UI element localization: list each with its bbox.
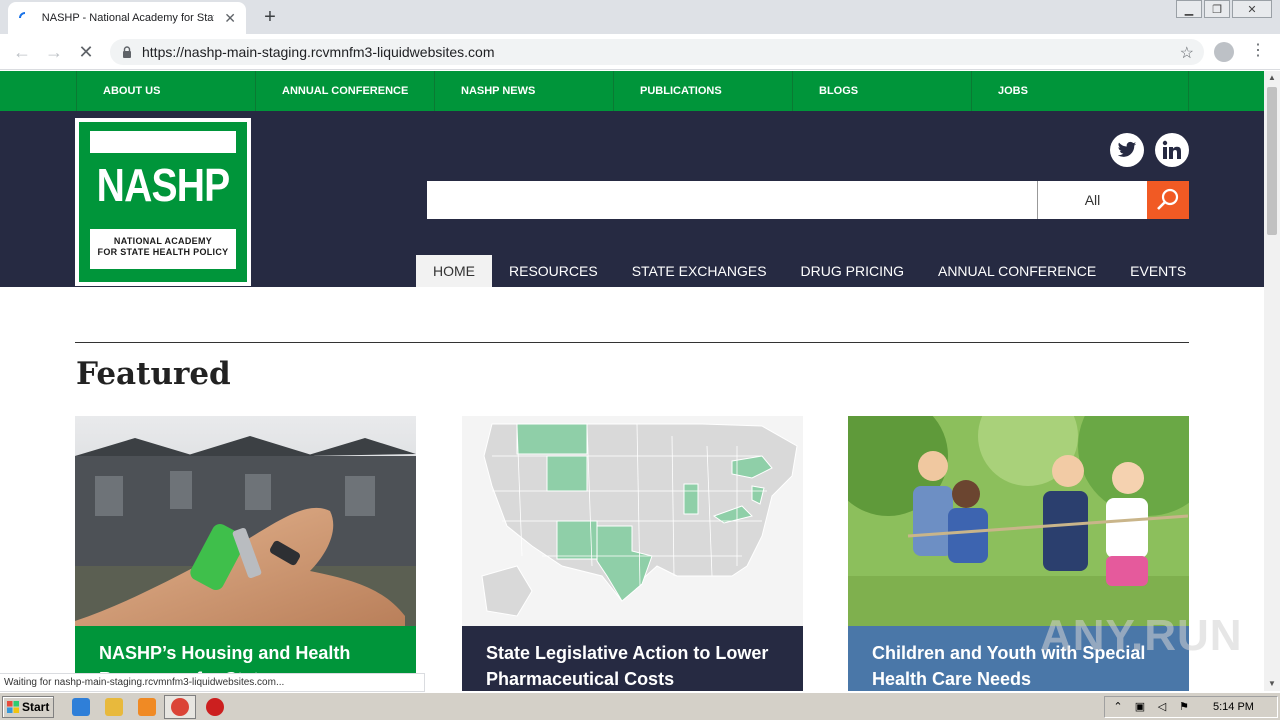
mainnav-drug-pricing[interactable]: DRUG PRICING xyxy=(784,255,921,287)
anyrun-watermark: ANY.RUN xyxy=(1040,611,1243,660)
volume-icon[interactable]: ◁ xyxy=(1155,700,1169,714)
search-scope-select[interactable]: All xyxy=(1037,181,1147,219)
window-close-icon[interactable]: ✕ xyxy=(1232,0,1272,18)
housing-keys-image xyxy=(75,416,416,626)
profile-avatar-icon[interactable] xyxy=(1214,42,1234,62)
browser-status-bar: Waiting for nashp-main-staging.rcvmnfm3-… xyxy=(0,673,425,692)
opera-icon[interactable] xyxy=(206,698,224,716)
featured-heading: Featured xyxy=(76,356,231,392)
top-navigation: ABOUT US ANNUAL CONFERENCE NASHP NEWS PU… xyxy=(0,71,1264,111)
mainnav-annual-conference[interactable]: ANNUAL CONFERENCE xyxy=(921,255,1113,287)
topnav-publications[interactable]: PUBLICATIONS xyxy=(613,71,792,111)
flag-icon[interactable]: ⚑ xyxy=(1177,700,1191,714)
scroll-up-icon[interactable]: ▲ xyxy=(1264,71,1280,85)
start-button[interactable]: Start xyxy=(2,696,54,718)
featured-card-housing[interactable]: NASHP’s Housing and Health Resources for… xyxy=(75,416,416,691)
network-icon[interactable]: ▣ xyxy=(1133,700,1147,714)
linkedin-icon[interactable] xyxy=(1155,133,1189,167)
window-controls: ▁ ❐ ✕ xyxy=(1174,0,1272,18)
topnav-annual-conference[interactable]: ANNUAL CONFERENCE xyxy=(255,71,434,111)
media-player-icon[interactable] xyxy=(138,698,156,716)
address-bar[interactable]: https://nashp-main-staging.rcvmnfm3-liqu… xyxy=(110,39,1204,65)
browser-tab[interactable]: NASHP - National Academy for State ✕ xyxy=(8,2,246,34)
file-explorer-icon[interactable] xyxy=(105,698,123,716)
search-icon xyxy=(1157,188,1179,210)
us-states-map-image xyxy=(462,416,803,626)
system-tray: ⌃ ▣ ◁ ⚑ 5:14 PM xyxy=(1104,696,1278,718)
internet-explorer-icon[interactable] xyxy=(72,698,90,716)
search-input[interactable] xyxy=(427,181,1037,219)
url-text: https://nashp-main-staging.rcvmnfm3-liqu… xyxy=(142,44,495,60)
nashp-logo[interactable]: NASHP NATIONAL ACADEMY FOR STATE HEALTH … xyxy=(75,118,251,286)
lock-icon xyxy=(123,46,131,58)
mainnav-events[interactable]: EVENTS xyxy=(1113,255,1203,287)
forward-arrow-icon[interactable]: → xyxy=(42,41,66,63)
main-navigation: HOME RESOURCES STATE EXCHANGES DRUG PRIC… xyxy=(416,255,1203,287)
back-arrow-icon[interactable]: ← xyxy=(10,41,34,63)
new-tab-button[interactable]: + xyxy=(258,6,282,28)
bookmark-star-icon[interactable]: ☆ xyxy=(1180,43,1194,63)
windows-flag-icon xyxy=(7,701,19,713)
page-scrollbar[interactable]: ▲ ▼ xyxy=(1264,71,1280,691)
mainnav-resources[interactable]: RESOURCES xyxy=(492,255,615,287)
system-clock: 5:14 PM xyxy=(1213,701,1254,713)
restore-icon[interactable]: ❐ xyxy=(1204,0,1230,18)
scroll-thumb[interactable] xyxy=(1267,87,1277,235)
topnav-about-us[interactable]: ABOUT US xyxy=(76,71,255,111)
topnav-blogs[interactable]: BLOGS xyxy=(792,71,971,111)
search-button[interactable] xyxy=(1147,181,1189,219)
featured-card-drug-pricing[interactable]: State Legislative Action to Lower Pharma… xyxy=(462,416,803,691)
loading-spinner-icon xyxy=(18,11,32,25)
tab-close-icon[interactable]: ✕ xyxy=(224,10,236,27)
topnav-jobs[interactable]: JOBS xyxy=(971,71,1189,111)
tray-expand-icon[interactable]: ⌃ xyxy=(1111,700,1125,714)
browser-tabstrip: NASHP - National Academy for State ✕ + ▁… xyxy=(0,0,1280,34)
logo-subtitle: NATIONAL ACADEMY FOR STATE HEALTH POLICY xyxy=(90,229,236,269)
logo-name: NASHP xyxy=(96,159,230,211)
minimize-icon[interactable]: ▁ xyxy=(1176,0,1202,18)
page-viewport: ABOUT US ANNUAL CONFERENCE NASHP NEWS PU… xyxy=(0,71,1264,691)
tab-title: NASHP - National Academy for State xyxy=(41,12,215,24)
scroll-down-icon[interactable]: ▼ xyxy=(1264,677,1280,691)
topnav-nashp-news[interactable]: NASHP NEWS xyxy=(434,71,613,111)
browser-toolbar: ← → ✕ https://nashp-main-staging.rcvmnfm… xyxy=(0,34,1280,70)
section-divider xyxy=(75,342,1189,343)
stop-loading-icon[interactable]: ✕ xyxy=(74,41,98,63)
browser-menu-icon[interactable]: ⋮ xyxy=(1250,41,1266,61)
windows-taskbar: Start ⌃ ▣ ◁ ⚑ 5:14 PM xyxy=(0,692,1280,720)
children-tug-of-war-image xyxy=(848,416,1189,626)
site-header: NASHP NATIONAL ACADEMY FOR STATE HEALTH … xyxy=(0,111,1264,287)
card-caption: State Legislative Action to Lower Pharma… xyxy=(462,626,803,691)
mainnav-home[interactable]: HOME xyxy=(416,255,492,287)
chrome-icon xyxy=(171,698,189,716)
twitter-icon[interactable] xyxy=(1110,133,1144,167)
mainnav-state-exchanges[interactable]: STATE EXCHANGES xyxy=(615,255,784,287)
